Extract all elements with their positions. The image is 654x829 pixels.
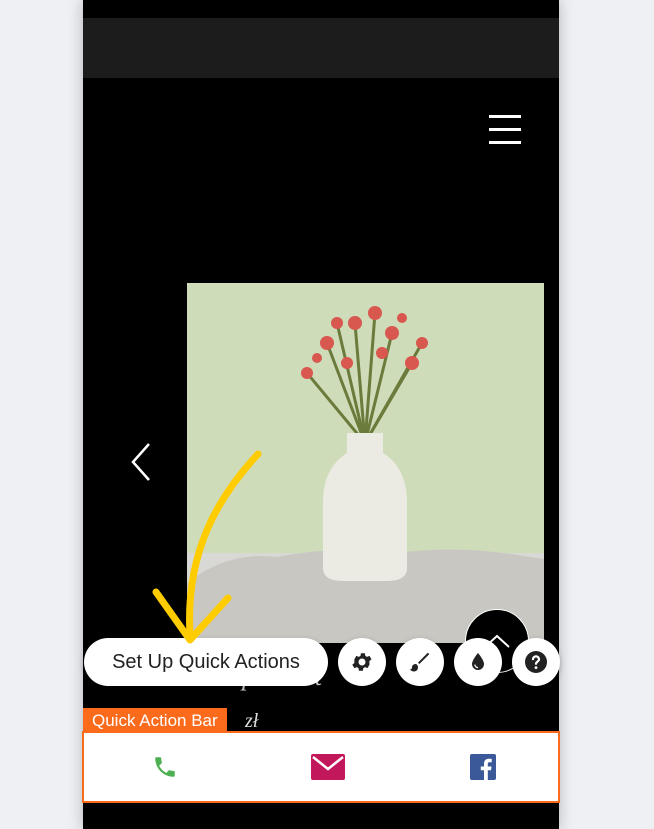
facebook-icon — [470, 754, 496, 780]
drop-icon — [472, 653, 484, 670]
hamburger-menu-icon[interactable] — [487, 113, 523, 147]
design-button[interactable] — [396, 638, 444, 686]
header-strip — [83, 18, 559, 78]
phone-action[interactable] — [105, 733, 225, 801]
help-button[interactable] — [512, 638, 560, 686]
quick-action-bar-label: Quick Action Bar — [83, 708, 227, 733]
paintbrush-icon — [410, 653, 429, 672]
chevron-left-icon[interactable] — [127, 440, 157, 484]
mobile-preview: I'm a product zł — [83, 0, 559, 829]
mail-icon — [311, 754, 345, 780]
product-image — [187, 283, 544, 643]
email-action[interactable] — [264, 733, 384, 801]
gear-icon — [352, 653, 372, 671]
facebook-action[interactable] — [423, 733, 543, 801]
settings-button[interactable] — [338, 638, 386, 686]
color-button[interactable] — [454, 638, 502, 686]
quick-action-bar[interactable] — [82, 731, 560, 803]
phone-icon — [155, 757, 175, 777]
set-up-quick-actions-button[interactable]: Set Up Quick Actions — [84, 638, 328, 686]
question-icon — [525, 651, 547, 673]
product-price: zł — [245, 710, 259, 732]
